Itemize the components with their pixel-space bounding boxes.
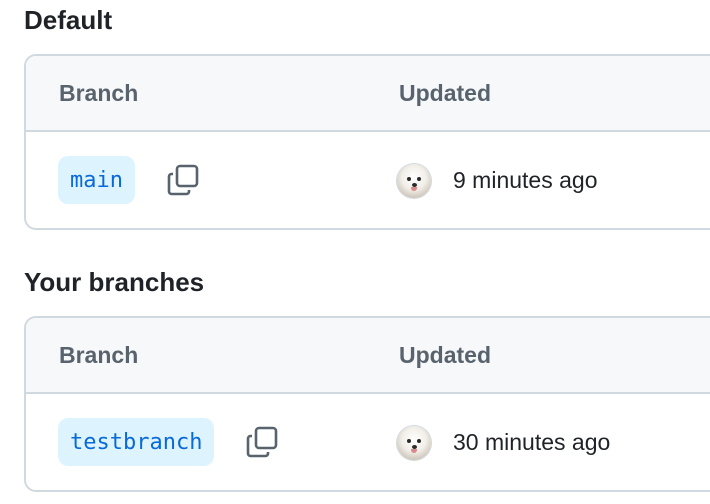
branch-name-link[interactable]: main xyxy=(58,156,135,204)
column-header-updated: Updated xyxy=(399,79,491,106)
copy-branch-name-button[interactable] xyxy=(245,425,279,459)
branches-page: Default Branch Updated main 9 minutes ag… xyxy=(0,0,710,504)
column-header-updated: Updated xyxy=(399,341,491,368)
table-header: Branch Updated xyxy=(26,56,710,132)
default-branch-table: Branch Updated main 9 minutes ago xyxy=(24,54,710,230)
table-row: main 9 minutes ago xyxy=(26,132,710,228)
updated-time: 9 minutes ago xyxy=(453,166,598,193)
your-branches-table: Branch Updated testbranch 30 minutes ago xyxy=(24,316,710,492)
branch-name-link[interactable]: testbranch xyxy=(58,418,215,466)
user-avatar[interactable] xyxy=(397,164,431,198)
table-header: Branch Updated xyxy=(26,318,710,394)
column-header-branch: Branch xyxy=(59,79,139,106)
section-title-default: Default xyxy=(24,5,113,35)
section-title-your-branches: Your branches xyxy=(24,267,205,297)
copy-icon xyxy=(246,426,278,458)
table-row: testbranch 30 minutes ago xyxy=(26,394,710,490)
user-avatar[interactable] xyxy=(397,426,431,460)
copy-icon xyxy=(167,164,199,196)
copy-branch-name-button[interactable] xyxy=(166,163,200,197)
column-header-branch: Branch xyxy=(59,341,139,368)
updated-time: 30 minutes ago xyxy=(453,428,611,455)
